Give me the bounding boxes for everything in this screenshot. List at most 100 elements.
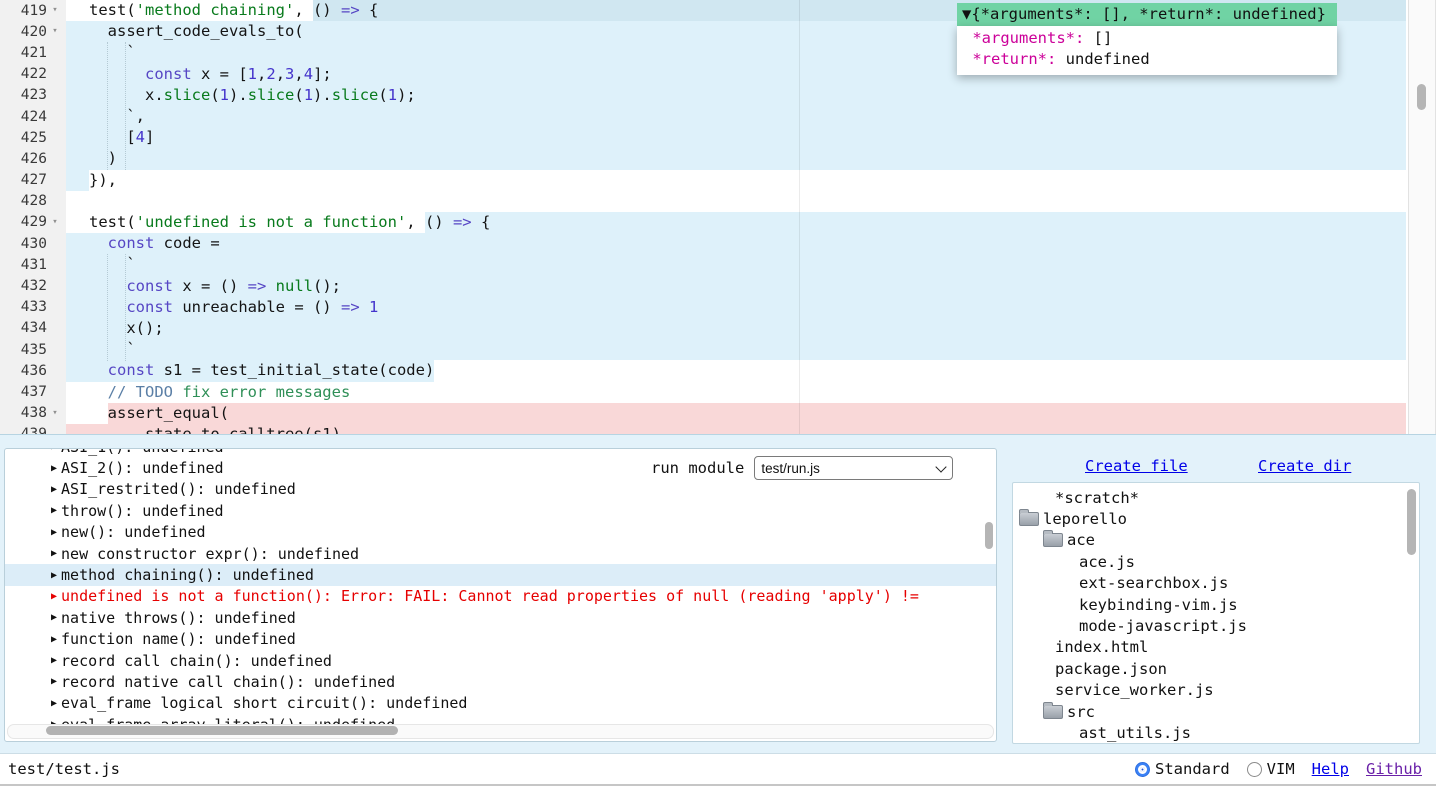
line-number: 422 — [0, 66, 47, 82]
code-line[interactable]: `, — [0, 106, 1436, 127]
create-file-link[interactable]: Create file — [1085, 457, 1188, 475]
tree-file-row[interactable]: ast_utils.js — [1013, 722, 1419, 743]
tree-folder-row[interactable]: ace — [1013, 530, 1419, 551]
eval-result-label: record call chain(): undefined — [61, 652, 332, 670]
expand-arrow-icon[interactable]: ▶ — [51, 570, 57, 581]
tree-file-row[interactable]: package.json — [1013, 658, 1419, 679]
status-bar-right: Standard VIM Help Github — [1135, 760, 1422, 778]
eval-result-label: new(): undefined — [61, 523, 206, 541]
eval-result-label: function name(): undefined — [61, 630, 296, 648]
expand-arrow-icon[interactable]: ▶ — [51, 548, 57, 559]
code-line[interactable]: ` — [0, 254, 1436, 275]
code-text: test('undefined is not a function', () =… — [89, 212, 490, 233]
eval-result-row[interactable]: ▶record native call chain(): undefined — [5, 671, 996, 692]
folder-icon — [1043, 705, 1063, 719]
scrollbar-thumb[interactable] — [1417, 84, 1426, 110]
eval-horizontal-scrollbar[interactable] — [7, 724, 994, 739]
radio-unselected-icon[interactable] — [1247, 762, 1262, 777]
code-line[interactable]: test('undefined is not a function', () =… — [0, 212, 1436, 233]
expand-arrow-icon[interactable]: ▶ — [51, 463, 57, 474]
fold-arrow-icon[interactable]: ▾ — [47, 403, 63, 424]
tree-file-row[interactable]: keybinding-vim.js — [1013, 594, 1419, 615]
gutter-row: 439 — [0, 424, 66, 434]
code-line[interactable]: ` — [0, 339, 1436, 360]
line-highlight — [66, 170, 89, 191]
mode-option-vim[interactable]: VIM — [1247, 760, 1295, 778]
code-text: x(); — [89, 318, 164, 339]
eval-result-row[interactable]: ▶ function name(): undefined — [5, 629, 996, 650]
tree-file-row[interactable]: ext-searchbox.js — [1013, 573, 1419, 594]
eval-result-label: native throws(): undefined — [61, 609, 296, 627]
eval-result-row[interactable]: ▶method chaining(): undefined — [5, 564, 996, 585]
code-line[interactable]: x.slice(1).slice(1).slice(1); — [0, 85, 1436, 106]
expand-arrow-icon[interactable]: ▶ — [51, 527, 57, 538]
code-line[interactable]: const s1 = test_initial_state(code) — [0, 360, 1436, 381]
mode-label: Standard — [1155, 760, 1230, 778]
module-select[interactable]: test/run.js — [754, 456, 953, 480]
mode-label: VIM — [1267, 760, 1295, 778]
code-line[interactable]: // TODO fix error messages — [0, 382, 1436, 403]
expand-arrow-icon[interactable]: ▶ — [51, 612, 57, 623]
eval-result-row[interactable]: ▶ASI_restrited(): undefined — [5, 479, 996, 500]
code-editor[interactable]: test('method chaining', () => { assert_c… — [0, 0, 1436, 434]
fold-arrow-icon[interactable]: ▾ — [47, 0, 63, 21]
code-line[interactable]: ) — [0, 148, 1436, 169]
line-number: 429 — [0, 214, 47, 230]
radio-selected-icon[interactable] — [1135, 762, 1150, 777]
eval-result-row[interactable]: ▶new constructor expr(): undefined — [5, 543, 996, 564]
inspector-summary[interactable]: ▼{*arguments*: [], *return*: undefined} — [957, 3, 1337, 26]
expand-arrow-icon[interactable]: ▶ — [51, 634, 57, 645]
eval-results-panel[interactable]: ▶ASI_1(): undefined▶ASI_2(): undefined▶A… — [4, 448, 997, 742]
tree-item-label: service_worker.js — [1055, 681, 1214, 699]
expand-arrow-icon[interactable]: ▶ — [51, 698, 57, 709]
code-text: const code = — [89, 233, 220, 254]
help-link[interactable]: Help — [1312, 760, 1349, 778]
tree-folder-row[interactable]: src — [1013, 701, 1419, 722]
code-line[interactable]: assert_equal( — [0, 403, 1436, 424]
code-line[interactable]: const x = () => null(); — [0, 276, 1436, 297]
expand-arrow-icon[interactable]: ▶ — [51, 484, 57, 495]
line-number: 438 — [0, 405, 47, 421]
code-line[interactable]: }), — [0, 170, 1436, 191]
eval-result-label: ASI_2(): undefined — [61, 459, 224, 477]
eval-vertical-scrollbar-thumb[interactable] — [985, 522, 993, 549]
gutter-row: 419▾ — [0, 0, 66, 21]
eval-result-row-error[interactable]: ▶undefined is not a function(): Error: F… — [5, 586, 996, 607]
gutter-row: 426 — [0, 148, 66, 169]
eval-result-row[interactable]: ▶eval_frame logical short circuit(): und… — [5, 693, 996, 714]
eval-result-row[interactable]: ▶ new(): undefined — [5, 522, 996, 543]
file-tree-panel[interactable]: *scratch*leporelloaceace.jsext-searchbox… — [1012, 482, 1420, 744]
expand-arrow-icon[interactable]: ▶ — [51, 505, 57, 516]
github-link[interactable]: Github — [1366, 760, 1422, 778]
tree-file-row[interactable]: service_worker.js — [1013, 680, 1419, 701]
code-line[interactable]: const unreachable = () => 1 — [0, 297, 1436, 318]
code-line[interactable]: x(); — [0, 318, 1436, 339]
code-text: assert_equal( — [89, 403, 229, 424]
fold-arrow-icon[interactable]: ▾ — [47, 21, 63, 42]
tree-file-row[interactable]: mode-javascript.js — [1013, 615, 1419, 636]
tree-file-row[interactable]: ace.js — [1013, 551, 1419, 572]
line-highlight — [66, 318, 1406, 339]
code-line[interactable] — [0, 191, 1436, 212]
editor-vertical-scrollbar[interactable] — [1408, 0, 1436, 434]
tree-file-row[interactable]: *scratch* — [1013, 487, 1419, 508]
eval-result-row[interactable]: ▶throw(): undefined — [5, 500, 996, 521]
create-dir-link[interactable]: Create dir — [1258, 457, 1351, 475]
code-line[interactable]: [4] — [0, 127, 1436, 148]
code-line[interactable]: const code = — [0, 233, 1436, 254]
eval-result-row[interactable]: ▶ record call chain(): undefined — [5, 650, 996, 671]
expand-arrow-icon[interactable]: ▶ — [51, 655, 57, 666]
tree-vertical-scrollbar-thumb[interactable] — [1407, 489, 1416, 555]
mode-option-standard[interactable]: Standard — [1135, 760, 1230, 778]
scrollbar-thumb[interactable] — [46, 726, 398, 735]
code-line[interactable]: state_to_calltree(s1) — [0, 424, 1436, 434]
code-text: const s1 = test_initial_state(code) — [89, 360, 434, 381]
eval-result-row[interactable]: ▶ native throws(): undefined — [5, 607, 996, 628]
file-tree: *scratch*leporelloaceace.jsext-searchbox… — [1013, 487, 1419, 744]
expand-arrow-icon[interactable]: ▶ — [51, 676, 57, 687]
tree-file-row[interactable]: index.html — [1013, 637, 1419, 658]
expand-arrow-icon[interactable]: ▶ — [51, 448, 57, 452]
expand-arrow-icon[interactable]: ▶ — [51, 591, 57, 602]
fold-arrow-icon[interactable]: ▾ — [47, 212, 63, 233]
tree-folder-row[interactable]: leporello — [1013, 508, 1419, 529]
